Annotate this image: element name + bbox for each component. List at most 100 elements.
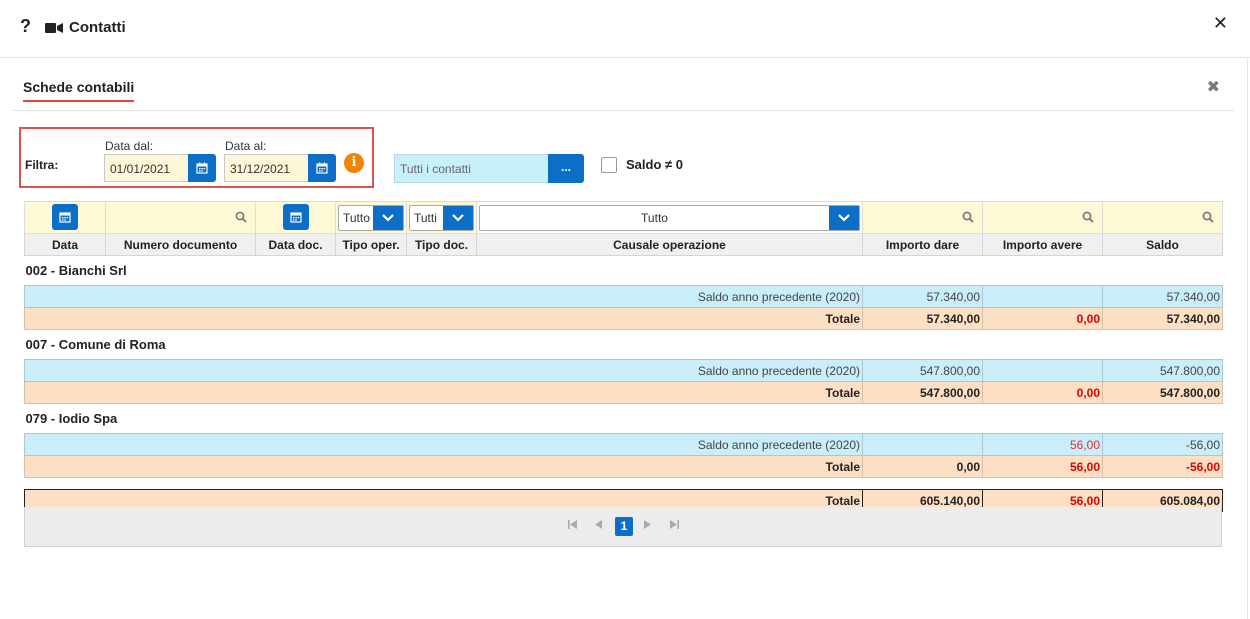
- date-from-calendar-button[interactable]: [188, 154, 216, 182]
- panel-close-icon[interactable]: ✖: [1207, 77, 1220, 97]
- tipo-doc-select[interactable]: Tutti: [409, 205, 474, 231]
- chevron-down-icon[interactable]: [443, 206, 473, 230]
- totale-avere: 0,00: [982, 307, 1103, 330]
- column-header[interactable]: Importo avere: [982, 233, 1103, 256]
- chevron-down-icon[interactable]: [829, 206, 859, 230]
- totale-label: Totale: [24, 455, 863, 478]
- totale-dare: 57.340,00: [862, 307, 983, 330]
- help-icon[interactable]: ?: [20, 16, 31, 37]
- saldo-avere: [982, 285, 1103, 308]
- saldo-causale: Saldo anno precedente (2020): [24, 433, 863, 456]
- filter-cell-tipo-oper: Tutto: [335, 201, 407, 234]
- search-icon[interactable]: [1202, 211, 1214, 223]
- column-header[interactable]: Tipo doc.: [406, 233, 477, 256]
- saldo-dare: 547.800,00: [862, 359, 983, 382]
- date-to-label: Data al:: [225, 139, 267, 153]
- filter-cell-causale: Tutto: [476, 201, 863, 234]
- group-name: 007 - Comune di Roma: [25, 337, 166, 352]
- saldo-dare: 57.340,00: [862, 285, 983, 308]
- group-name: 079 - Iodio Spa: [25, 411, 118, 426]
- totale-avere: 56,00: [982, 455, 1103, 478]
- date-filter-box: Filtra: Data dal: Data al: 01/01/2021 31…: [19, 127, 374, 188]
- group-header-row: 002 - Bianchi Srl: [25, 256, 1223, 286]
- contacts-lookup-button[interactable]: ...: [548, 154, 584, 183]
- filter-cell-data: [24, 201, 106, 234]
- right-border: [1247, 58, 1248, 619]
- info-icon[interactable]: i: [344, 153, 364, 173]
- window-close-icon[interactable]: ✕: [1213, 13, 1228, 34]
- totale-label: Totale: [24, 381, 863, 404]
- window-title: Contatti: [69, 19, 126, 36]
- filter-row: Tutto Tutti Tutto: [24, 201, 1223, 234]
- date-from-label: Data dal:: [105, 139, 154, 153]
- column-header[interactable]: Tipo oper.: [335, 233, 407, 256]
- saldo-nonzero-checkbox[interactable]: [601, 157, 617, 173]
- date-from-input[interactable]: 01/01/2021: [104, 154, 188, 182]
- last-page-icon[interactable]: [670, 520, 679, 532]
- filter-data-doc-calendar-button[interactable]: [282, 204, 309, 230]
- panel-header: Schede contabili ✖: [12, 66, 1234, 111]
- calendar-icon: [59, 212, 71, 223]
- filter-cell-dare[interactable]: [862, 201, 983, 234]
- totale-dare: 0,00: [862, 455, 983, 478]
- column-header[interactable]: Data: [24, 233, 106, 256]
- column-header[interactable]: Importo dare: [862, 233, 983, 256]
- first-page-icon[interactable]: [568, 520, 577, 532]
- calendar-icon: [196, 162, 208, 174]
- next-page-icon[interactable]: [644, 520, 651, 532]
- filter-cell-data-doc: [255, 201, 336, 234]
- date-to-input[interactable]: 31/12/2021: [224, 154, 308, 182]
- date-to-calendar-button[interactable]: [308, 154, 336, 182]
- tipo-doc-select-value: Tutti: [414, 211, 437, 225]
- saldo-saldo: -56,00: [1102, 433, 1223, 456]
- tab-schede-contabili[interactable]: Schede contabili: [23, 79, 135, 102]
- previous-page-icon[interactable]: [595, 520, 602, 532]
- search-icon[interactable]: [1082, 211, 1094, 223]
- filter-data-calendar-button[interactable]: [52, 204, 78, 230]
- ledger-table: Tutto Tutti Tutto Data Numero documento …: [24, 201, 1223, 512]
- pager: 1: [24, 507, 1222, 547]
- totale-saldo: 547.800,00: [1102, 381, 1223, 404]
- causale-select[interactable]: Tutto: [479, 205, 860, 231]
- filter-cell-tipo-doc: Tutti: [406, 201, 477, 234]
- saldo-row: Saldo anno precedente (2020) 57.340,00 5…: [24, 285, 1223, 308]
- column-header[interactable]: Causale operazione: [476, 233, 863, 256]
- calendar-icon: [289, 212, 302, 223]
- page-number-current[interactable]: 1: [615, 517, 633, 536]
- column-header[interactable]: Numero documento: [105, 233, 256, 256]
- group-header-row: 007 - Comune di Roma: [25, 330, 1223, 360]
- totale-row: Totale 0,00 56,00 -56,00: [24, 455, 1223, 478]
- filter-cell-numero[interactable]: [105, 201, 256, 234]
- saldo-row: Saldo anno precedente (2020) 56,00 -56,0…: [24, 433, 1223, 456]
- filter-cell-saldo[interactable]: [1102, 201, 1223, 234]
- filter-label: Filtra:: [25, 158, 59, 172]
- search-icon[interactable]: [962, 211, 974, 223]
- spacer-row: [25, 478, 1223, 490]
- contacts-input[interactable]: Tutti i contatti: [394, 154, 549, 183]
- video-camera-icon: [45, 23, 63, 33]
- column-header[interactable]: Saldo: [1102, 233, 1223, 256]
- saldo-saldo: 547.800,00: [1102, 359, 1223, 382]
- causale-select-value: Tutto: [641, 211, 668, 225]
- header-row: Data Numero documento Data doc. Tipo ope…: [24, 233, 1223, 256]
- saldo-avere: 56,00: [982, 433, 1103, 456]
- saldo-nonzero-label: Saldo ≠ 0: [626, 157, 683, 172]
- totale-saldo: -56,00: [1102, 455, 1223, 478]
- chevron-down-icon[interactable]: [373, 206, 403, 230]
- saldo-avere: [982, 359, 1103, 382]
- totale-row: Totale 547.800,00 0,00 547.800,00: [24, 381, 1223, 404]
- tipo-oper-select[interactable]: Tutto: [338, 205, 404, 231]
- column-header[interactable]: Data doc.: [255, 233, 336, 256]
- saldo-causale: Saldo anno precedente (2020): [24, 285, 863, 308]
- totale-dare: 547.800,00: [862, 381, 983, 404]
- saldo-saldo: 57.340,00: [1102, 285, 1223, 308]
- calendar-icon: [316, 162, 328, 174]
- group-name: 002 - Bianchi Srl: [25, 263, 127, 278]
- tipo-oper-select-value: Tutto: [343, 211, 370, 225]
- saldo-row: Saldo anno precedente (2020) 547.800,00 …: [24, 359, 1223, 382]
- saldo-dare: [862, 433, 983, 456]
- totale-saldo: 57.340,00: [1102, 307, 1223, 330]
- search-icon[interactable]: [235, 211, 247, 223]
- totale-avere: 0,00: [982, 381, 1103, 404]
- filter-cell-avere[interactable]: [982, 201, 1103, 234]
